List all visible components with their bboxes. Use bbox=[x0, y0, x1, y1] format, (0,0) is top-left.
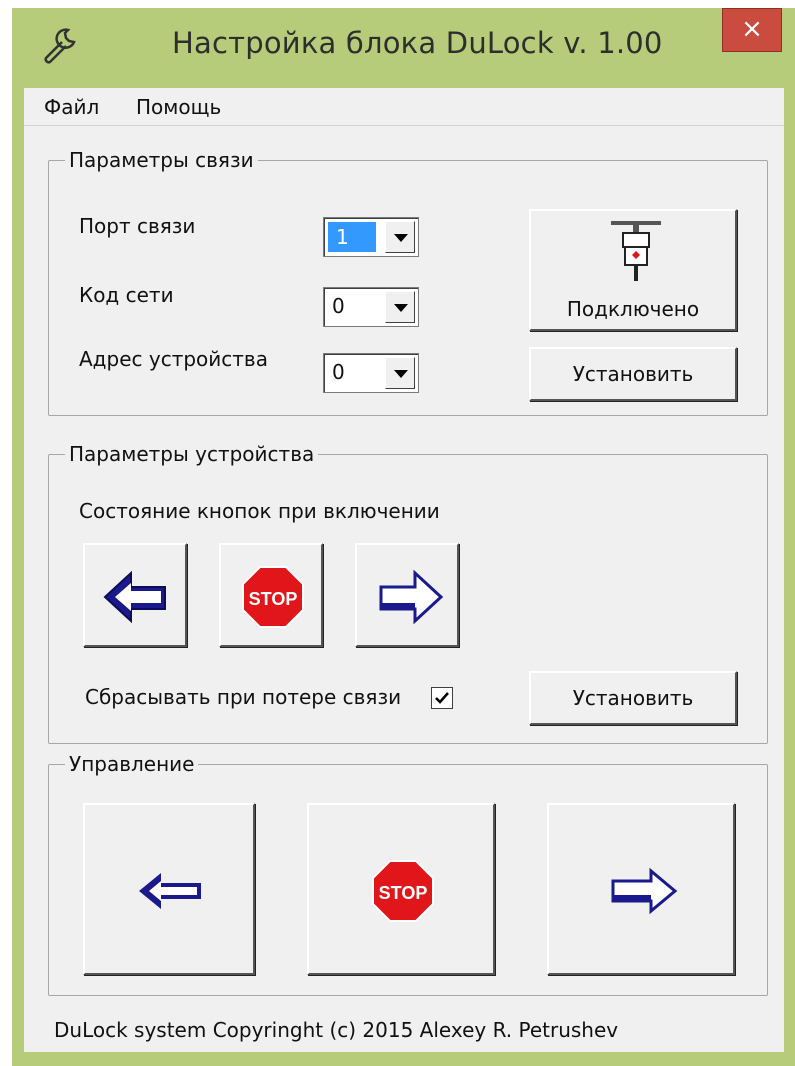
connect-button-label: Подключено bbox=[566, 297, 700, 321]
window-title: Настройка блока DuLock v. 1.00 bbox=[172, 26, 663, 60]
port-select[interactable]: 1 bbox=[323, 217, 419, 257]
arrow-right-icon bbox=[379, 569, 444, 625]
control-group: Управление STOP bbox=[48, 752, 768, 996]
stop-sign-icon: STOP bbox=[242, 566, 304, 628]
netcode-label: Код сети bbox=[79, 283, 174, 307]
connection-set-button[interactable]: Установить bbox=[529, 347, 737, 401]
control-left-button[interactable] bbox=[83, 803, 255, 975]
connection-group-title: Параметры связи bbox=[65, 148, 258, 172]
control-group-title: Управление bbox=[65, 752, 199, 776]
connect-button[interactable]: Подключено bbox=[529, 209, 737, 331]
arrow-right-icon bbox=[611, 867, 678, 915]
reset-checkbox[interactable] bbox=[431, 687, 453, 709]
menu-help[interactable]: Помощь bbox=[136, 95, 221, 119]
connection-group: Параметры связи Порт связи 1 Код сети 0 … bbox=[48, 148, 768, 416]
chevron-down-icon[interactable] bbox=[385, 291, 415, 323]
stop-text: STOP bbox=[379, 883, 428, 903]
address-select[interactable]: 0 bbox=[323, 353, 419, 393]
device-set-label: Установить bbox=[572, 686, 694, 710]
close-button[interactable]: × bbox=[722, 8, 782, 52]
port-label: Порт связи bbox=[79, 214, 196, 238]
device-left-state-button[interactable] bbox=[83, 543, 187, 647]
reset-label: Сбрасывать при потере связи bbox=[85, 685, 402, 709]
device-set-button[interactable]: Установить bbox=[529, 671, 737, 725]
checkmark-icon bbox=[435, 692, 449, 704]
port-value: 1 bbox=[328, 222, 376, 252]
address-value: 0 bbox=[332, 360, 345, 384]
arrow-left-icon bbox=[103, 570, 166, 624]
chevron-down-icon[interactable] bbox=[385, 221, 415, 253]
title-bar[interactable]: Настройка блока DuLock v. 1.00 × bbox=[12, 8, 795, 88]
netcode-value: 0 bbox=[332, 294, 345, 318]
serial-connector-icon bbox=[609, 217, 663, 291]
client-area: Файл Помощь Параметры связи Порт связи 1… bbox=[24, 88, 784, 1052]
device-group-title: Параметры устройства bbox=[65, 442, 319, 466]
menu-bar: Файл Помощь bbox=[24, 88, 784, 126]
status-bar: DuLock system Copyringht (c) 2015 Alexey… bbox=[24, 1018, 784, 1052]
address-label: Адрес устройства bbox=[79, 347, 268, 371]
device-stop-state-button[interactable]: STOP bbox=[219, 543, 323, 647]
device-group: Параметры устройства Состояние кнопок пр… bbox=[48, 442, 768, 744]
stop-sign-icon: STOP bbox=[372, 860, 434, 922]
wrench-icon bbox=[38, 24, 82, 68]
netcode-select[interactable]: 0 bbox=[323, 287, 419, 327]
control-right-button[interactable] bbox=[547, 803, 735, 975]
buttons-state-label: Состояние кнопок при включении bbox=[79, 499, 440, 523]
arrow-left-icon bbox=[139, 873, 201, 909]
menu-file[interactable]: Файл bbox=[44, 95, 99, 119]
stop-text: STOP bbox=[249, 589, 298, 609]
copyright-text: DuLock system Copyringht (c) 2015 Alexey… bbox=[54, 1018, 619, 1042]
device-right-state-button[interactable] bbox=[355, 543, 459, 647]
app-window: Настройка блока DuLock v. 1.00 × Файл По… bbox=[12, 8, 795, 1066]
control-stop-button[interactable]: STOP bbox=[307, 803, 495, 975]
chevron-down-icon[interactable] bbox=[385, 357, 415, 389]
connection-set-label: Установить bbox=[572, 362, 694, 386]
